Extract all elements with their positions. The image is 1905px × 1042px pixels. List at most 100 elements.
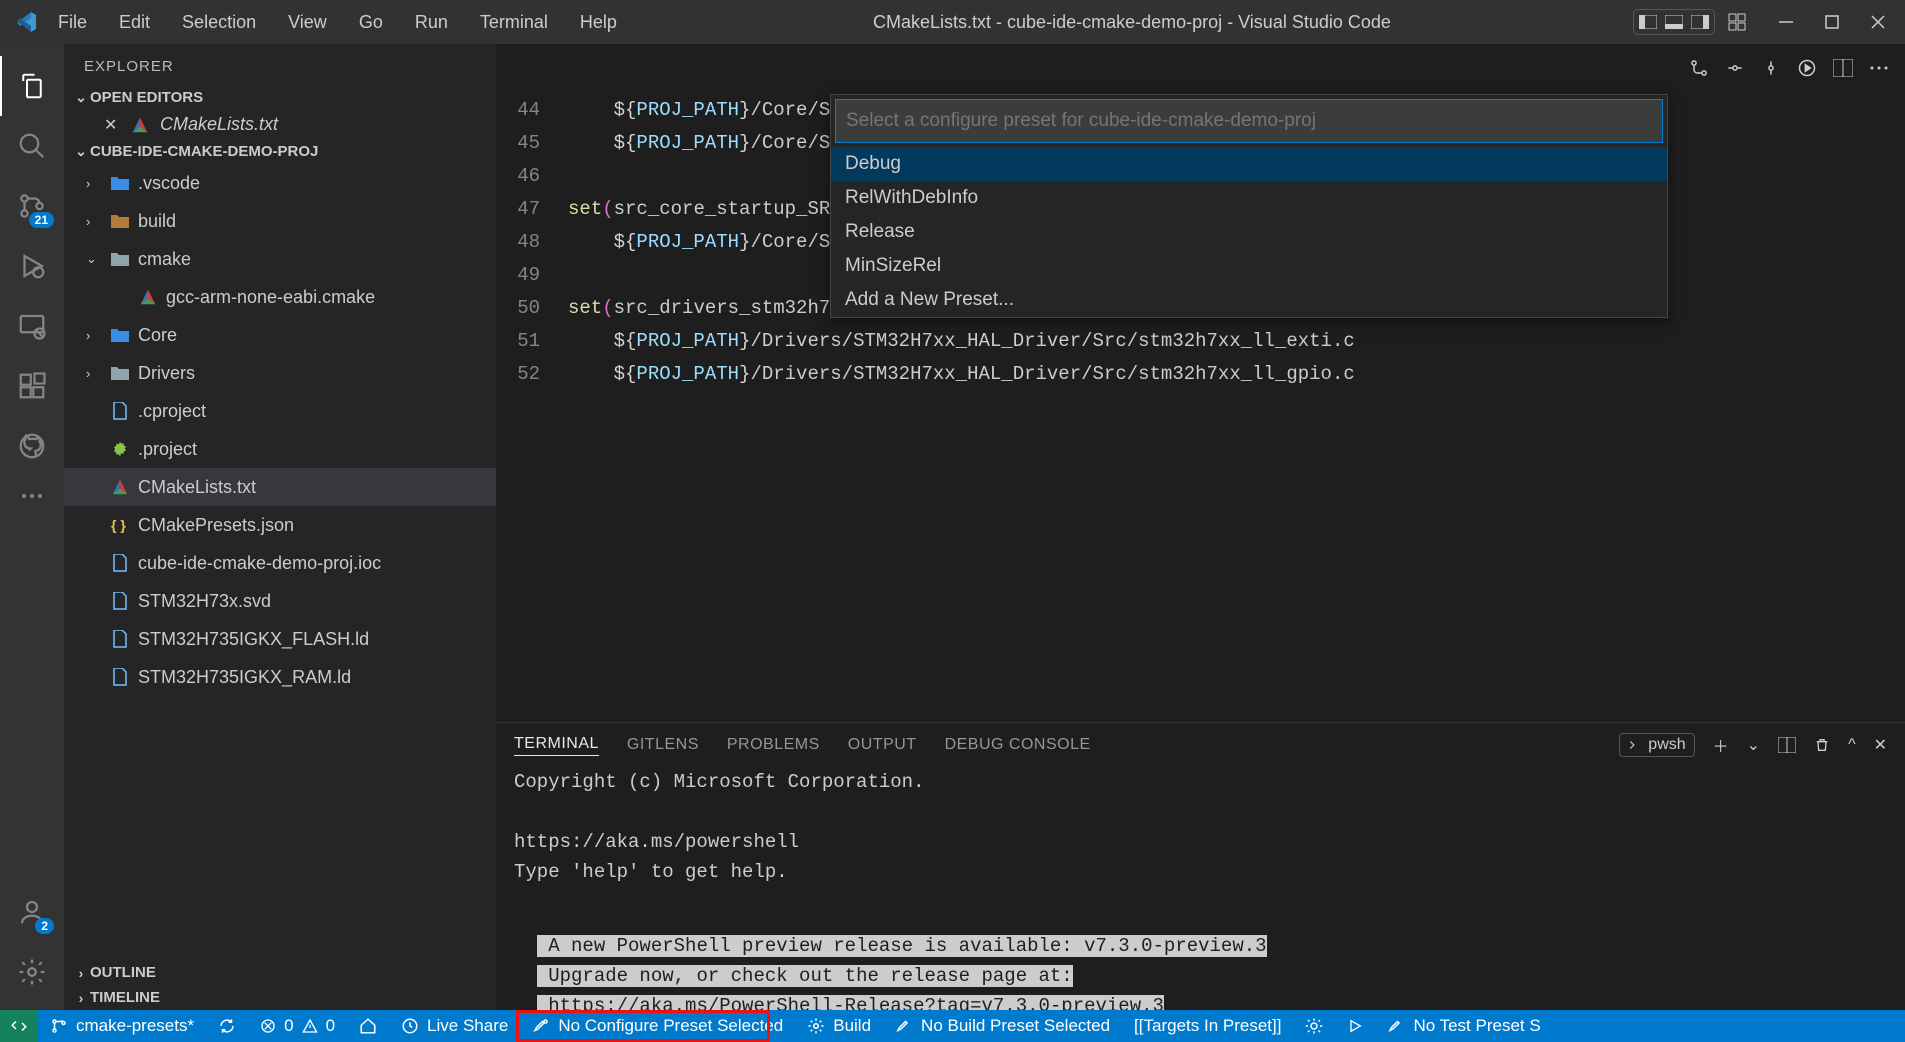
menu-help[interactable]: Help bbox=[566, 6, 631, 39]
menu-file[interactable]: File bbox=[44, 6, 101, 39]
terminal-dropdown-icon[interactable]: ⌄ bbox=[1747, 735, 1760, 755]
quick-pick-item[interactable]: Release bbox=[831, 215, 1667, 249]
menu-terminal[interactable]: Terminal bbox=[466, 6, 562, 39]
status-run[interactable] bbox=[1335, 1010, 1375, 1042]
activity-source-control[interactable]: 21 bbox=[0, 176, 64, 236]
quick-pick-item[interactable]: MinSizeRel bbox=[831, 249, 1667, 283]
terminal-launch-icon[interactable]: pwsh bbox=[1619, 733, 1694, 757]
activity-explorer[interactable] bbox=[0, 56, 64, 116]
layout-bottom-icon[interactable] bbox=[1664, 12, 1684, 32]
activity-more[interactable] bbox=[0, 476, 64, 516]
activity-github[interactable] bbox=[0, 416, 64, 476]
file-item[interactable]: .cproject bbox=[64, 392, 496, 430]
quick-pick-input[interactable] bbox=[835, 99, 1663, 143]
menu-run[interactable]: Run bbox=[401, 6, 462, 39]
vscode-logo bbox=[8, 10, 44, 34]
customize-layout-icon[interactable] bbox=[1727, 12, 1747, 32]
panel-tab-terminal[interactable]: TERMINAL bbox=[514, 735, 599, 756]
explorer-title: EXPLORER bbox=[64, 44, 496, 85]
folder-item[interactable]: ⌄cmake bbox=[64, 240, 496, 278]
tree-item-label: Drivers bbox=[138, 363, 195, 384]
status-sync[interactable] bbox=[206, 1010, 248, 1042]
layout-right-icon[interactable] bbox=[1690, 12, 1710, 32]
status-live-share[interactable]: Live Share bbox=[389, 1010, 520, 1042]
layout-left-icon[interactable] bbox=[1638, 12, 1658, 32]
status-build[interactable]: Build bbox=[795, 1010, 883, 1042]
activity-extensions[interactable] bbox=[0, 356, 64, 416]
file-item[interactable]: .project bbox=[64, 430, 496, 468]
status-test-preset[interactable]: No Test Preset S bbox=[1375, 1010, 1552, 1042]
folder-item[interactable]: ›Core bbox=[64, 316, 496, 354]
outline-label: OUTLINE bbox=[90, 964, 156, 981]
tree-item-label: gcc-arm-none-eabi.cmake bbox=[166, 287, 375, 308]
folder-item[interactable]: ›build bbox=[64, 202, 496, 240]
quick-pick-item[interactable]: RelWithDebInfo bbox=[831, 181, 1667, 215]
maximize-panel-icon[interactable]: ^ bbox=[1848, 736, 1856, 754]
more-actions-icon[interactable] bbox=[1869, 64, 1889, 72]
activity-bar: 21 2 bbox=[0, 44, 64, 1010]
open-editors-header[interactable]: ⌄ OPEN EDITORS bbox=[64, 85, 496, 110]
status-targets[interactable]: [[Targets In Preset]] bbox=[1122, 1010, 1293, 1042]
file-item[interactable]: CMakeLists.txt bbox=[64, 468, 496, 506]
activity-accounts[interactable]: 2 bbox=[0, 882, 64, 942]
status-home[interactable] bbox=[347, 1010, 389, 1042]
new-terminal-icon[interactable]: ＋ bbox=[1713, 733, 1729, 757]
project-header[interactable]: ⌄ CUBE-IDE-CMAKE-DEMO-PROJ bbox=[64, 139, 496, 164]
editor-area: 444546474849505152 ${PROJ_PATH}/Core/Src… bbox=[496, 44, 1905, 1010]
activity-run-debug[interactable] bbox=[0, 236, 64, 296]
panel-tab-debug-console[interactable]: DEBUG CONSOLE bbox=[945, 736, 1091, 754]
generic-icon bbox=[110, 401, 130, 421]
kill-terminal-icon[interactable] bbox=[1814, 736, 1830, 754]
file-item[interactable]: cube-ide-cmake-demo-proj.ioc bbox=[64, 544, 496, 582]
folder-icon bbox=[110, 173, 130, 193]
git-compare-icon[interactable] bbox=[1689, 58, 1709, 78]
close-editor-icon[interactable]: ✕ bbox=[104, 115, 120, 135]
activity-search[interactable] bbox=[0, 116, 64, 176]
close-icon[interactable] bbox=[1871, 13, 1889, 31]
minimap[interactable] bbox=[1833, 92, 1905, 722]
file-item[interactable]: STM32H73x.svd bbox=[64, 582, 496, 620]
run-file-icon[interactable] bbox=[1797, 58, 1817, 78]
menu-view[interactable]: View bbox=[274, 6, 341, 39]
activity-settings[interactable] bbox=[0, 942, 64, 1002]
terminal-body[interactable]: Copyright (c) Microsoft Corporation. htt… bbox=[496, 767, 1905, 1010]
title-right bbox=[1633, 9, 1897, 35]
close-panel-icon[interactable]: ✕ bbox=[1874, 735, 1887, 755]
panel-tab-output[interactable]: OUTPUT bbox=[848, 736, 917, 754]
menu-selection[interactable]: Selection bbox=[168, 6, 270, 39]
status-build-preset[interactable]: No Build Preset Selected bbox=[883, 1010, 1122, 1042]
quick-pick-item[interactable]: Add a New Preset... bbox=[831, 283, 1667, 317]
status-bar: cmake-presets* 0 0 Live Share No Configu… bbox=[0, 1010, 1905, 1042]
status-remote[interactable] bbox=[0, 1010, 38, 1042]
file-item[interactable]: STM32H735IGKX_RAM.ld bbox=[64, 658, 496, 696]
open-editor-item[interactable]: ✕ CMakeLists.txt bbox=[64, 110, 496, 139]
status-debug-launch[interactable] bbox=[1293, 1010, 1335, 1042]
chevron-right-icon: › bbox=[72, 990, 90, 1006]
tree-item-label: STM32H735IGKX_RAM.ld bbox=[138, 667, 351, 688]
split-terminal-icon[interactable] bbox=[1778, 737, 1796, 753]
status-problems[interactable]: 0 0 bbox=[248, 1010, 347, 1042]
file-item[interactable]: { }CMakePresets.json bbox=[64, 506, 496, 544]
activity-remote-explorer[interactable] bbox=[0, 296, 64, 356]
menu-go[interactable]: Go bbox=[345, 6, 397, 39]
git-timeline-icon[interactable] bbox=[1761, 58, 1781, 78]
tree-item-label: CMakeLists.txt bbox=[138, 477, 256, 498]
minimize-icon[interactable] bbox=[1779, 13, 1797, 31]
menu-edit[interactable]: Edit bbox=[105, 6, 164, 39]
split-editor-icon[interactable] bbox=[1833, 59, 1853, 77]
quick-pick-item[interactable]: Debug bbox=[831, 147, 1667, 181]
panel-tab-problems[interactable]: PROBLEMS bbox=[727, 736, 820, 754]
status-branch[interactable]: cmake-presets* bbox=[38, 1010, 206, 1042]
git-branch-action-icon[interactable] bbox=[1725, 58, 1745, 78]
panel-tab-gitlens[interactable]: GITLENS bbox=[627, 736, 699, 754]
maximize-icon[interactable] bbox=[1825, 13, 1843, 31]
outline-header[interactable]: › OUTLINE bbox=[64, 960, 496, 985]
status-configure-preset[interactable]: No Configure Preset Selected bbox=[520, 1010, 795, 1042]
branch-name: cmake-presets* bbox=[76, 1016, 194, 1036]
timeline-header[interactable]: › TIMELINE bbox=[64, 985, 496, 1010]
file-item[interactable]: STM32H735IGKX_FLASH.ld bbox=[64, 620, 496, 658]
file-item[interactable]: gcc-arm-none-eabi.cmake bbox=[64, 278, 496, 316]
folder-item[interactable]: ›Drivers bbox=[64, 354, 496, 392]
cmake-icon bbox=[110, 477, 130, 497]
folder-item[interactable]: ›.vscode bbox=[64, 164, 496, 202]
